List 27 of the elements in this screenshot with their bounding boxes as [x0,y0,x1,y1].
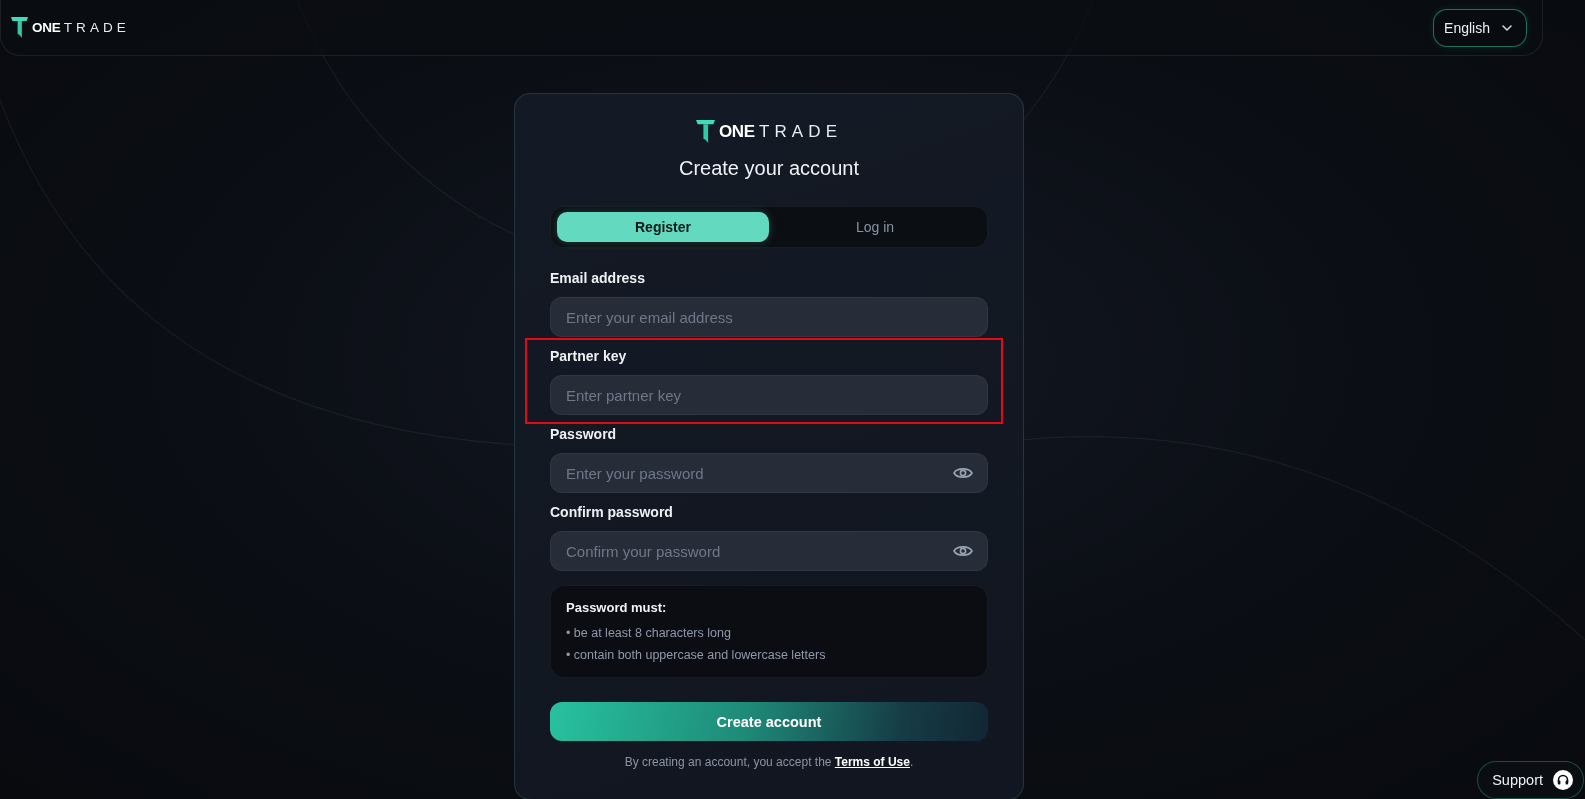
eye-icon[interactable] [953,544,973,558]
chevron-down-icon [1502,24,1512,31]
rule-item: • be at least 8 characters long [566,625,731,642]
card-title: Create your account [677,156,861,180]
tab[interactable]: Log in [769,212,981,242]
logo-text: ONETRADE [718,121,843,142]
support-button[interactable]: Support [1477,761,1584,799]
language-dropdown[interactable]: English [1433,8,1527,47]
logo-icon [695,120,715,143]
field-label: Password [550,425,618,443]
create-account-button[interactable]: Create account [550,702,988,741]
field-label: Email address [550,269,646,287]
password-field[interactable]: Enter your password [550,453,988,493]
rule-item: • contain both uppercase and lowercase letters [566,647,826,664]
input-field[interactable]: Enter partner key [550,375,988,415]
field-label: Partner key [550,347,628,365]
headset-icon [1553,770,1573,790]
input-field[interactable]: Enter your email address [550,297,988,337]
password-field[interactable]: Confirm your password [550,531,988,571]
eye-icon[interactable] [953,466,973,480]
rules-title: Password must: [566,599,667,616]
terms-link[interactable]: Terms of Use [834,755,910,769]
tab[interactable]: Register [557,212,769,242]
field-label: Confirm password [550,503,674,521]
logo-icon [11,17,28,38]
terms-text: By creating an account, you accept the Terms of Use. [623,754,915,771]
logo-text: ONETRADE [32,20,130,35]
